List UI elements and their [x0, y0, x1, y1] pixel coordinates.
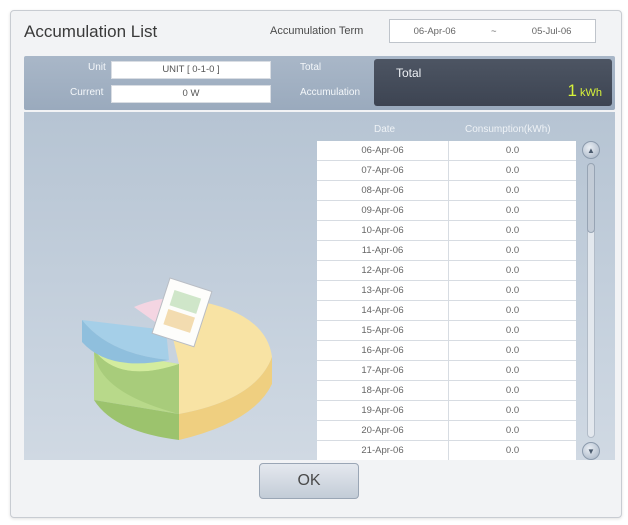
- cell-consumption: 0.0: [505, 265, 520, 276]
- table-row[interactable]: 18-Apr-06 0.0: [317, 381, 576, 401]
- cell-consumption: 0.0: [505, 445, 520, 456]
- cell-date: 15-Apr-06: [317, 321, 449, 340]
- cell-consumption: 0.0: [505, 385, 520, 396]
- chevron-down-icon: ▼: [587, 446, 595, 456]
- cell-date: 19-Apr-06: [317, 401, 449, 420]
- cell-consumption: 0.0: [505, 405, 520, 416]
- cell-consumption: 0.0: [505, 345, 520, 356]
- cell-consumption: 0.0: [505, 285, 520, 296]
- pie-chart-illustration: [82, 277, 272, 440]
- total-display: Total 1 kWh: [374, 59, 612, 106]
- cell-date: 06-Apr-06: [317, 141, 449, 160]
- cell-date: 13-Apr-06: [317, 281, 449, 300]
- dialog-title: Accumulation List: [24, 22, 158, 41]
- table-scrollbar[interactable]: ▲ ▼: [580, 141, 602, 460]
- total-box-label: Total: [396, 66, 422, 80]
- chevron-up-icon: ▲: [587, 145, 595, 155]
- cell-consumption: 0.0: [505, 305, 520, 316]
- table-row[interactable]: 20-Apr-06 0.0: [317, 421, 576, 441]
- table-row[interactable]: 08-Apr-06 0.0: [317, 181, 576, 201]
- table-row[interactable]: 11-Apr-06 0.0: [317, 241, 576, 261]
- unit-value: UNIT [ 0-1-0 ]: [111, 61, 271, 79]
- cell-date: 17-Apr-06: [317, 361, 449, 380]
- current-label: Current: [70, 87, 104, 98]
- total-number: 1: [567, 81, 577, 100]
- cell-date: 09-Apr-06: [317, 201, 449, 220]
- cell-consumption: 0.0: [505, 365, 520, 376]
- accumulation-term-range[interactable]: 06-Apr-06 ~ 05-Jul-06: [389, 19, 596, 43]
- cell-consumption: 0.0: [505, 325, 520, 336]
- scroll-up-button[interactable]: ▲: [582, 141, 600, 159]
- table-row[interactable]: 21-Apr-06 0.0: [317, 441, 576, 460]
- cell-consumption: 0.0: [505, 165, 520, 176]
- accumulation-term-label: Accumulation Term: [270, 25, 364, 37]
- cell-date: 21-Apr-06: [317, 441, 449, 460]
- term-start-date[interactable]: 06-Apr-06: [414, 26, 456, 37]
- total-accumulation-label-1: Total: [300, 62, 322, 73]
- column-header-date[interactable]: Date: [374, 124, 395, 135]
- cell-consumption: 0.0: [505, 245, 520, 256]
- table-row[interactable]: 07-Apr-06 0.0: [317, 161, 576, 181]
- info-band: Unit Current UNIT [ 0-1-0 ] 0 W Total Ac…: [24, 56, 615, 110]
- cell-consumption: 0.0: [505, 185, 520, 196]
- cell-consumption: 0.0: [505, 145, 520, 156]
- table-row[interactable]: 13-Apr-06 0.0: [317, 281, 576, 301]
- total-unit: kWh: [580, 87, 602, 99]
- accumulation-table: 06-Apr-06 0.0 07-Apr-06 0.0 08-Apr-06 0.0 0…: [317, 141, 576, 460]
- cell-date: 14-Apr-06: [317, 301, 449, 320]
- column-header-consumption[interactable]: Consumption(kWh): [465, 124, 551, 135]
- content-panel: Date Consumption(kWh) 06-Apr-06 0.0 07-Ap…: [24, 112, 615, 460]
- cell-consumption: 0.0: [505, 225, 520, 236]
- unit-label: Unit: [88, 62, 106, 73]
- cell-date: 12-Apr-06: [317, 261, 449, 280]
- table-row[interactable]: 09-Apr-06 0.0: [317, 201, 576, 221]
- table-row[interactable]: 19-Apr-06 0.0: [317, 401, 576, 421]
- table-row[interactable]: 16-Apr-06 0.0: [317, 341, 576, 361]
- ok-button[interactable]: OK: [259, 463, 359, 499]
- cell-consumption: 0.0: [505, 205, 520, 216]
- current-value: 0 W: [111, 85, 271, 103]
- cell-date: 10-Apr-06: [317, 221, 449, 240]
- total-accumulation-label-2: Accumulation: [300, 87, 361, 98]
- scroll-thumb[interactable]: [587, 163, 595, 233]
- cell-consumption: 0.0: [505, 425, 520, 436]
- table-row[interactable]: 14-Apr-06 0.0: [317, 301, 576, 321]
- table-row[interactable]: 17-Apr-06 0.0: [317, 361, 576, 381]
- table-row[interactable]: 15-Apr-06 0.0: [317, 321, 576, 341]
- cell-date: 07-Apr-06: [317, 161, 449, 180]
- table-row[interactable]: 10-Apr-06 0.0: [317, 221, 576, 241]
- term-separator: ~: [491, 25, 497, 37]
- cell-date: 18-Apr-06: [317, 381, 449, 400]
- cell-date: 08-Apr-06: [317, 181, 449, 200]
- table-row[interactable]: 06-Apr-06 0.0: [317, 141, 576, 161]
- cell-date: 16-Apr-06: [317, 341, 449, 360]
- term-end-date[interactable]: 05-Jul-06: [532, 26, 572, 37]
- scroll-down-button[interactable]: ▼: [582, 442, 600, 460]
- cell-date: 20-Apr-06: [317, 421, 449, 440]
- total-value: 1 kWh: [568, 81, 602, 101]
- cell-date: 11-Apr-06: [317, 241, 449, 260]
- table-row[interactable]: 12-Apr-06 0.0: [317, 261, 576, 281]
